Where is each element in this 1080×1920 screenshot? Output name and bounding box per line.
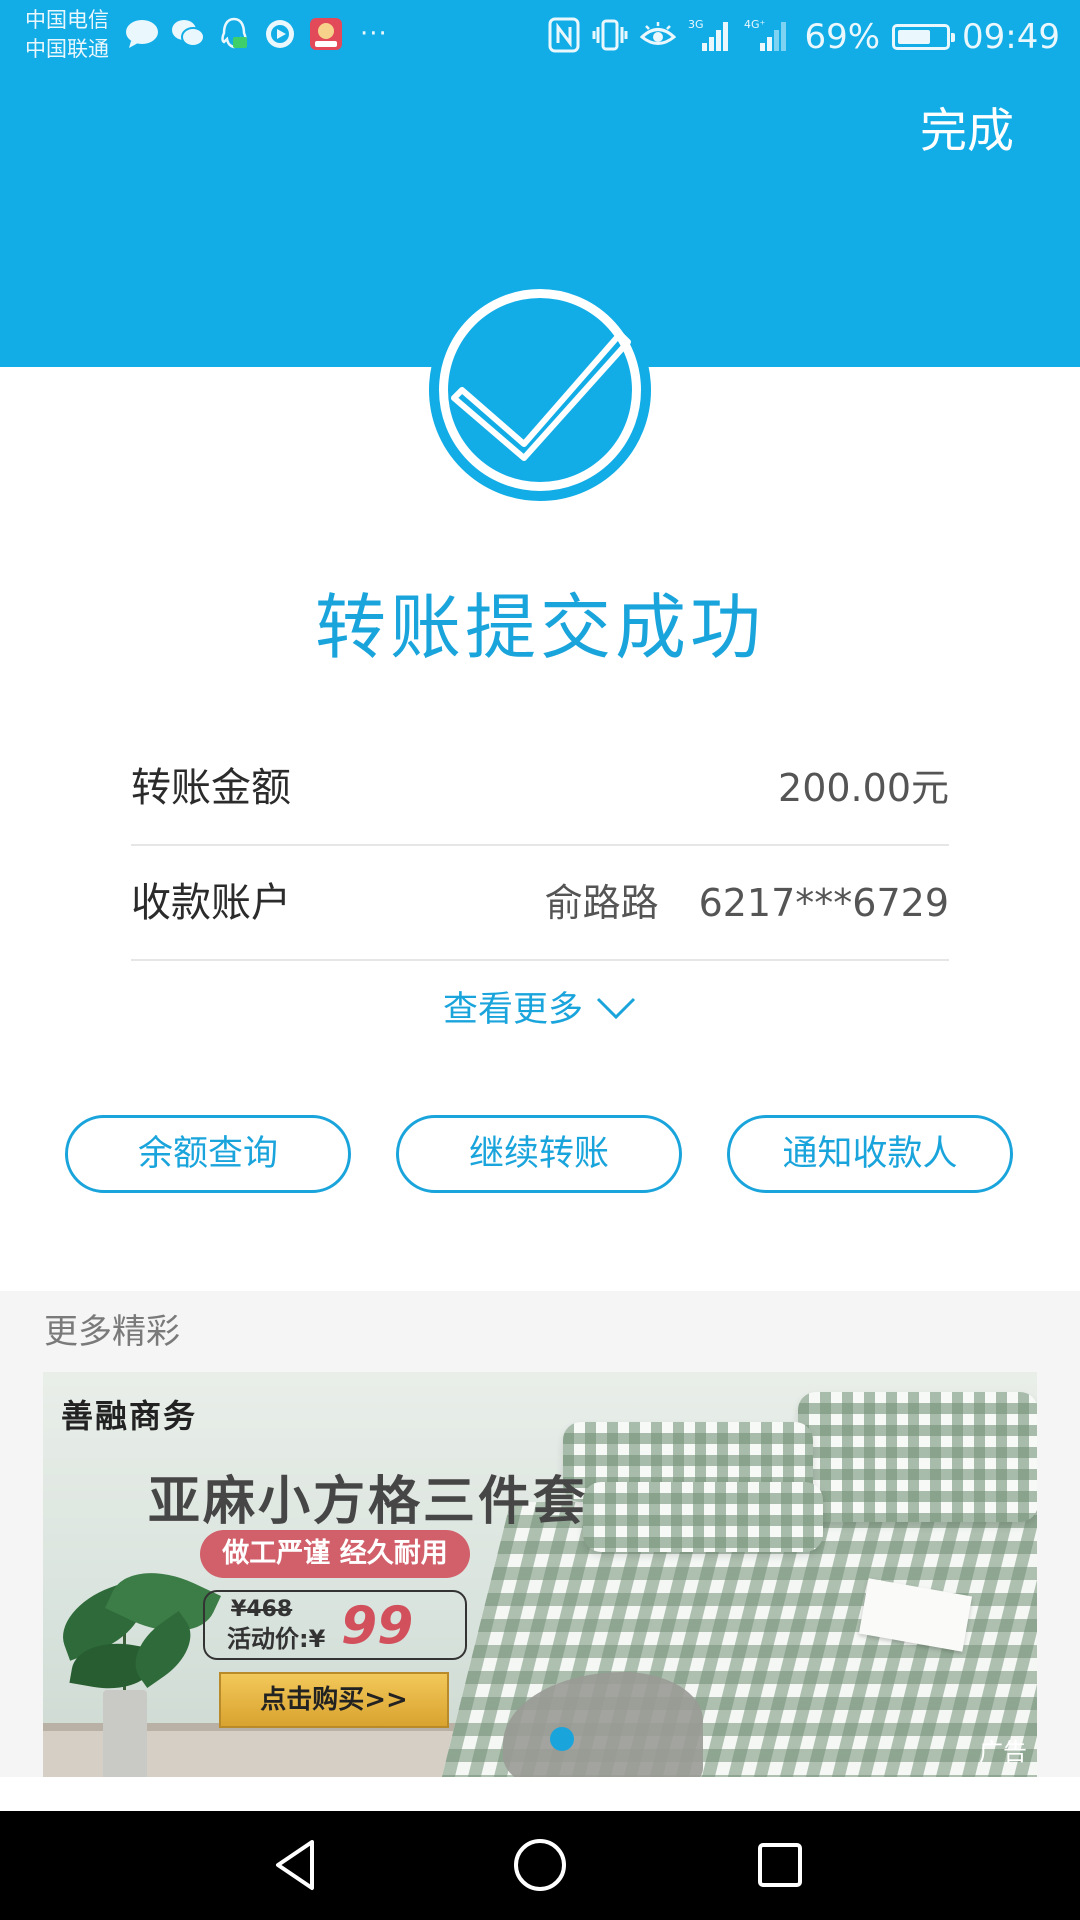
system-icons: 3G 4G⁺ 69% 09:49 (548, 14, 1060, 60)
eye-comfort-icon (640, 20, 677, 54)
plant-pot (103, 1690, 147, 1777)
signal-4g-icon: 4G⁺ (744, 17, 792, 57)
vibrate-icon (592, 17, 628, 57)
back-triangle-icon (276, 1840, 314, 1890)
ad-label: 广告 (979, 1738, 1027, 1766)
carousel-indicator-dot (550, 1727, 574, 1751)
payee-account-row: 收款账户 俞路路 6217***6729 (131, 847, 949, 961)
notify-payee-button[interactable]: 通知收款人 (727, 1115, 1013, 1193)
carrier-1: 中国电信 (25, 8, 109, 32)
message-bubble-icon (124, 16, 160, 52)
battery-percentage: 69% (804, 17, 881, 57)
video-player-icon (262, 16, 298, 52)
carrier-info: 中国电信 中国联通 (25, 6, 109, 64)
checkmark-circle-icon (429, 279, 651, 501)
balance-query-button[interactable]: 余额查询 (65, 1115, 351, 1193)
ad-pillow (798, 1392, 1037, 1522)
ad-headline: 亚麻小方格三件套 (148, 1472, 589, 1532)
ad-buy-button[interactable]: 点击购买>> (219, 1672, 449, 1728)
ad-price-box: ¥468 活动价:¥ 99 (203, 1590, 467, 1660)
transfer-amount-row: 转账金额 200.00元 (131, 732, 949, 846)
ad-sale-price: 99 (341, 1596, 414, 1656)
home-button[interactable] (505, 1835, 575, 1895)
navigation-bar (0, 1811, 1080, 1920)
svg-text:4G⁺: 4G⁺ (744, 18, 766, 31)
more-section-title: 更多精彩 (44, 1312, 180, 1352)
ad-brand: 善融商务 (61, 1397, 198, 1435)
ad-pillow (583, 1482, 823, 1552)
home-circle-icon (514, 1839, 566, 1891)
back-button[interactable] (262, 1835, 332, 1895)
view-more-toggle[interactable]: 查看更多 (0, 984, 1080, 1036)
recent-apps-button[interactable] (745, 1835, 815, 1895)
payee-name: 俞路路 (544, 881, 659, 925)
chevron-down-icon (596, 997, 636, 1020)
success-title: 转账提交成功 (314, 586, 765, 669)
account-label: 收款账户 (131, 880, 291, 926)
amount-value: 200.00元 (778, 766, 949, 810)
continue-transfer-button[interactable]: 继续转账 (396, 1115, 682, 1193)
ad-original-price: ¥468 (231, 1597, 293, 1622)
recent-apps-square-icon (758, 1843, 802, 1887)
ad-slogan: 做工严谨 经久耐用 (200, 1530, 470, 1578)
notification-icons: ··· (124, 16, 388, 52)
view-more-label: 查看更多 (442, 990, 583, 1030)
ad-banner[interactable]: 善融商务 亚麻小方格三件套 做工严谨 经久耐用 ¥468 活动价:¥ 99 点击… (43, 1372, 1037, 1777)
amount-label: 转账金额 (131, 765, 291, 811)
done-button[interactable]: 完成 (920, 100, 1014, 164)
ad-sale-label: 活动价:¥ (227, 1625, 326, 1653)
wechat-icon (170, 16, 206, 52)
more-notifications-indicator: ··· (360, 19, 388, 49)
svg-text:3G: 3G (688, 18, 704, 31)
battery-icon (892, 24, 956, 50)
account-number: 6217***6729 (698, 881, 949, 925)
status-bar: 中国电信 中国联通 ··· 3G 4G⁺ 69% 09:49 (0, 0, 1080, 76)
nfc-icon (548, 17, 580, 57)
app-icon (308, 16, 344, 52)
clock: 09:49 (962, 17, 1060, 57)
qq-icon (216, 16, 252, 52)
carrier-2: 中国联通 (25, 37, 109, 61)
signal-3g-icon: 3G (688, 17, 732, 57)
account-value: 俞路路 6217***6729 (545, 875, 949, 931)
battery-level (898, 30, 930, 44)
bottom-spacer (0, 1777, 1080, 1811)
